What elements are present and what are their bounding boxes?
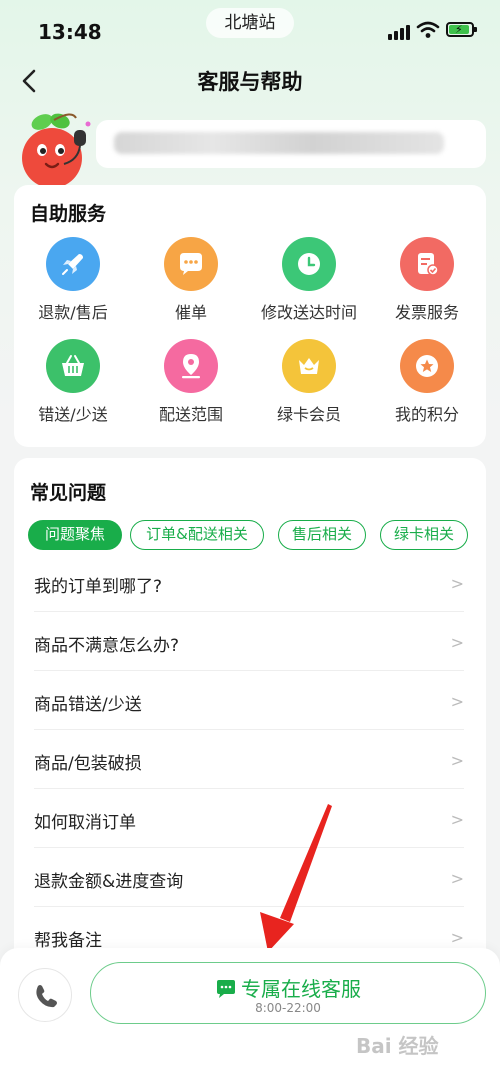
faq-item[interactable]: 我的订单到哪了? > — [34, 554, 464, 612]
faq-question: 商品错送/少送 — [34, 695, 142, 715]
faq-tag-bar: 问题聚焦 订单&配送相关 售后相关 绿卡相关 — [28, 520, 478, 552]
service-urge-order[interactable]: 催单 — [132, 237, 250, 323]
faq-title: 常见问题 — [30, 482, 107, 504]
faq-item[interactable]: 退款金额&进度查询 > — [34, 849, 464, 907]
blurred-user-name — [114, 132, 444, 154]
service-refund[interactable]: 退款/售后 — [14, 237, 132, 323]
tag-focus[interactable]: 问题聚焦 — [28, 520, 122, 550]
service-label: 我的积分 — [394, 405, 459, 424]
online-service-label-row: 专属在线客服 — [91, 973, 485, 1002]
chevron-right-icon: > — [450, 574, 464, 593]
service-label: 发票服务 — [394, 303, 459, 322]
faq-question: 如何取消订单 — [34, 813, 136, 833]
chevron-right-icon: > — [450, 810, 464, 829]
faq-question: 商品不满意怎么办? — [34, 636, 180, 656]
page-title: 客服与帮助 — [197, 70, 303, 94]
faq-item[interactable]: 商品不满意怎么办? > — [34, 613, 464, 671]
tag-order-delivery[interactable]: 订单&配送相关 — [130, 520, 264, 550]
service-label: 催单 — [174, 303, 207, 322]
clock-icon — [282, 237, 336, 291]
faq-item[interactable]: 如何取消订单 > — [34, 790, 464, 848]
crown-icon — [282, 339, 336, 393]
status-time: 13:48 — [38, 20, 102, 44]
service-wrong-delivery[interactable]: 错送/少送 — [14, 339, 132, 425]
star-icon — [400, 339, 454, 393]
annotation-arrow-icon — [260, 804, 332, 952]
wifi-icon — [416, 21, 440, 38]
service-delivery-range[interactable]: 配送范围 — [132, 339, 250, 425]
signal-icon — [388, 24, 410, 40]
faq-question: 商品/包装破损 — [34, 754, 142, 774]
location-pill: 北塘站 — [206, 8, 294, 38]
online-service-hours: 8:00-22:00 — [255, 1001, 321, 1015]
watermark: Bai 经验 — [356, 1034, 439, 1058]
self-service-title: 自助服务 — [30, 203, 107, 225]
phone-call-button[interactable] — [18, 968, 72, 1022]
service-my-points[interactable]: 我的积分 — [368, 339, 486, 425]
faq-question: 退款金额&进度查询 — [34, 872, 184, 892]
service-label: 错送/少送 — [38, 405, 108, 424]
basket-icon — [46, 339, 100, 393]
bottom-action-bar: 专属在线客服 8:00-22:00 — [0, 948, 500, 1083]
faq-item[interactable]: 商品/包装破损 > — [34, 731, 464, 789]
message-icon — [217, 980, 235, 998]
status-bar: 13:48 北塘站 ⚡ — [0, 0, 500, 56]
chevron-right-icon: > — [450, 928, 464, 947]
service-label: 绿卡会员 — [276, 405, 341, 424]
mascot-avatar-icon — [22, 113, 91, 188]
chevron-right-icon: > — [450, 751, 464, 770]
service-change-time[interactable]: 修改送达时间 — [250, 237, 368, 323]
service-invoice[interactable]: 发票服务 — [368, 237, 486, 323]
tag-after-sales[interactable]: 售后相关 — [278, 520, 366, 550]
online-service-label: 专属在线客服 — [241, 977, 361, 1001]
service-label: 修改送达时间 — [260, 303, 357, 322]
nav-bar: 客服与帮助 — [0, 56, 500, 106]
chevron-right-icon: > — [450, 692, 464, 711]
chevron-right-icon: > — [450, 633, 464, 652]
chevron-right-icon: > — [450, 869, 464, 888]
battery-icon: ⚡ — [446, 22, 477, 37]
rocket-icon — [46, 237, 100, 291]
online-service-button[interactable]: 专属在线客服 8:00-22:00 — [90, 962, 486, 1024]
service-green-card[interactable]: 绿卡会员 — [250, 339, 368, 425]
chat-bubble-icon — [164, 237, 218, 291]
faq-question: 我的订单到哪了? — [34, 577, 163, 597]
invoice-icon — [400, 237, 454, 291]
tag-green-card[interactable]: 绿卡相关 — [380, 520, 468, 550]
phone-icon — [36, 985, 57, 1008]
service-label: 退款/售后 — [38, 303, 108, 322]
self-service-card: 自助服务 退款/售后 催单 修改送达时间 发票服务 错送/少送 配送范围 绿卡会… — [14, 185, 486, 447]
user-info-bar — [96, 120, 486, 168]
service-label: 配送范围 — [158, 405, 223, 424]
faq-item[interactable]: 商品错送/少送 > — [34, 672, 464, 730]
location-pin-icon — [164, 339, 218, 393]
